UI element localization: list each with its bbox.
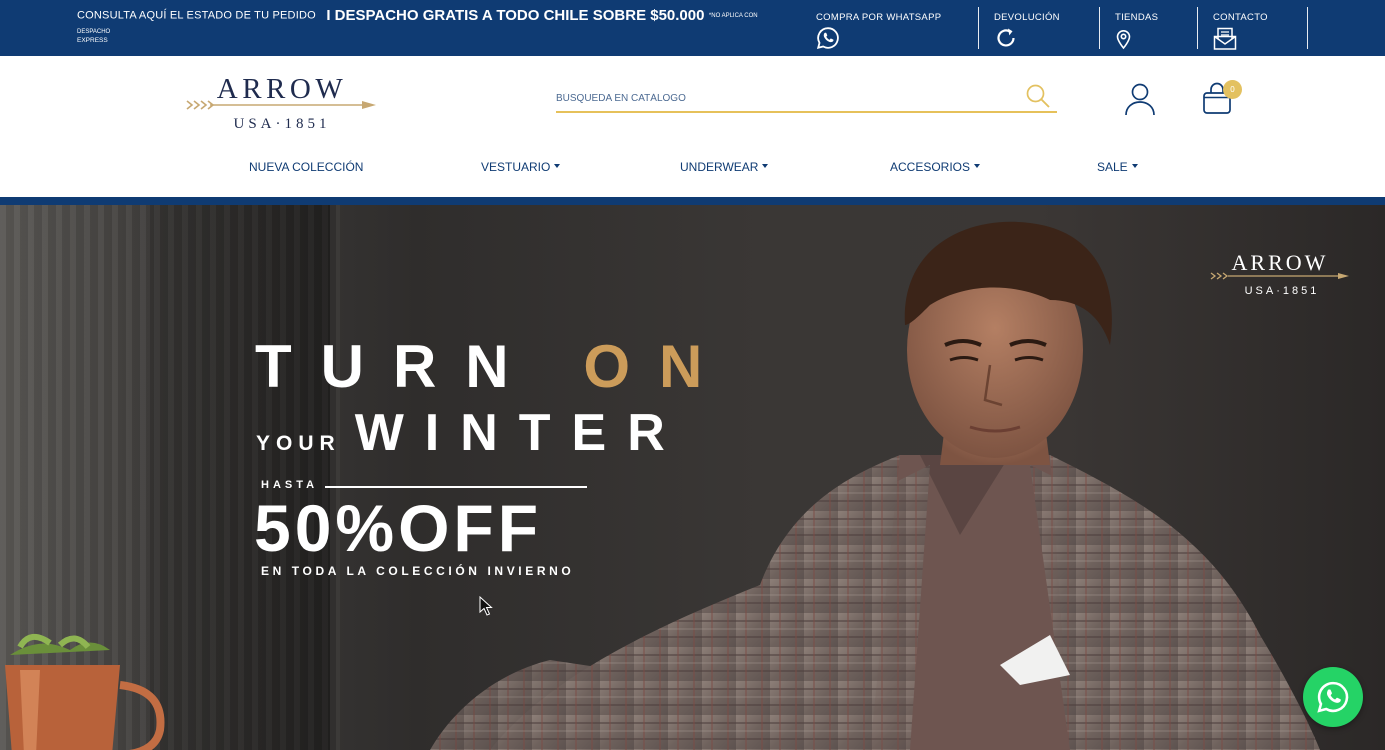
hero-headline-on: ON (583, 333, 732, 400)
divider (978, 7, 979, 49)
search-icon[interactable] (1025, 83, 1051, 109)
caret-down-icon (554, 163, 561, 168)
nav-item-label: UNDERWEAR (680, 160, 759, 174)
top-bar: CONSULTA AQUÍ EL ESTADO DE TU PEDIDO I D… (0, 0, 1385, 56)
nav-item-sale[interactable]: SALE (1097, 160, 1138, 174)
logo-brand-text: ARROW (217, 74, 347, 105)
hero-headline-winter: WINTER (354, 404, 686, 462)
caret-down-icon (1131, 163, 1138, 168)
divider (1099, 7, 1100, 49)
hero-banner[interactable]: ARROW USA·1851 TURN ON YOUR WINTER HASTA … (0, 205, 1385, 750)
hero-headline-turn: TURN (255, 333, 538, 400)
arrow-logo[interactable]: ARROW USA·1851 (184, 74, 380, 134)
site-header: ARROW USA·1851 0 NUEVA COLECCIÓN VESTUAR… (0, 56, 1385, 197)
hero-headline-line2: YOUR WINTER (256, 407, 686, 459)
caret-down-icon (762, 163, 769, 168)
hero-hasta-divider (325, 486, 587, 488)
nav-item-new-collection[interactable]: NUEVA COLECCIÓN (249, 160, 363, 174)
whatsapp-purchase-link[interactable]: COMPRA POR WHATSAPP (816, 0, 966, 50)
refresh-icon (997, 28, 1015, 47)
copper-mug-image (5, 634, 165, 750)
nav-item-underwear[interactable]: UNDERWEAR (680, 160, 769, 174)
cart-count-badge: 0 (1223, 80, 1242, 99)
hero-headline-your: YOUR (256, 432, 341, 455)
hero-arrow-logo: ARROW USA·1851 (1210, 250, 1349, 297)
whatsapp-purchase-label: COMPRA POR WHATSAPP (816, 12, 942, 23)
user-account-icon[interactable] (1123, 82, 1157, 116)
divider (1307, 7, 1308, 49)
stores-label: TIENDAS (1115, 12, 1159, 23)
nav-item-accessories[interactable]: ACCESORIOS (890, 160, 981, 174)
return-link[interactable]: DEVOLUCIÓN (994, 0, 1094, 50)
cart-button[interactable]: 0 (1202, 80, 1244, 116)
whatsapp-chat-button[interactable] (1303, 667, 1363, 727)
mouse-cursor-icon (479, 596, 493, 616)
free-shipping-text: I DESPACHO GRATIS A TODO CHILE SOBRE $50… (326, 7, 705, 25)
caret-down-icon (974, 163, 981, 168)
stores-link[interactable]: TIENDAS (1115, 0, 1195, 50)
hero-logo-tagline: USA·1851 (1245, 285, 1320, 297)
hero-headline-line1: TURN ON (255, 337, 731, 397)
shipping-note-express: EXPRESS (77, 37, 108, 44)
contact-label: CONTACTO (1213, 12, 1268, 23)
return-label: DEVOLUCIÓN (994, 12, 1060, 23)
promo-banner: CONSULTA AQUÍ EL ESTADO DE TU PEDIDO I D… (77, 7, 777, 43)
header-divider (0, 197, 1385, 205)
search-bar (556, 83, 1057, 113)
mail-icon (1213, 27, 1237, 50)
model-photo (430, 221, 1320, 750)
hero-hasta: HASTA (261, 479, 319, 491)
search-input[interactable] (556, 89, 1016, 107)
hero-discount: 50%OFF (254, 491, 543, 565)
whatsapp-icon (816, 27, 839, 50)
order-status-link[interactable]: CONSULTA AQUÍ EL ESTADO DE TU PEDIDO (77, 9, 316, 21)
nav-item-label: VESTUARIO (481, 160, 551, 174)
whatsapp-icon (1317, 681, 1349, 713)
nav-item-label: NUEVA COLECCIÓN (249, 160, 364, 174)
contact-link[interactable]: CONTACTO (1213, 0, 1303, 50)
divider (1197, 7, 1198, 49)
hero-subtitle: EN TODA LA COLECCIÓN INVIERNO (261, 564, 575, 578)
hero-logo-brand: ARROW (1232, 250, 1329, 275)
nav-item-clothing[interactable]: VESTUARIO (481, 160, 561, 174)
logo-tagline-text: USA·1851 (233, 116, 330, 132)
nav-item-label: ACCESORIOS (890, 160, 971, 174)
nav-item-label: SALE (1097, 160, 1128, 174)
map-pin-icon (1116, 30, 1131, 50)
main-nav: NUEVA COLECCIÓN VESTUARIO UNDERWEAR ACCE… (0, 160, 1385, 182)
